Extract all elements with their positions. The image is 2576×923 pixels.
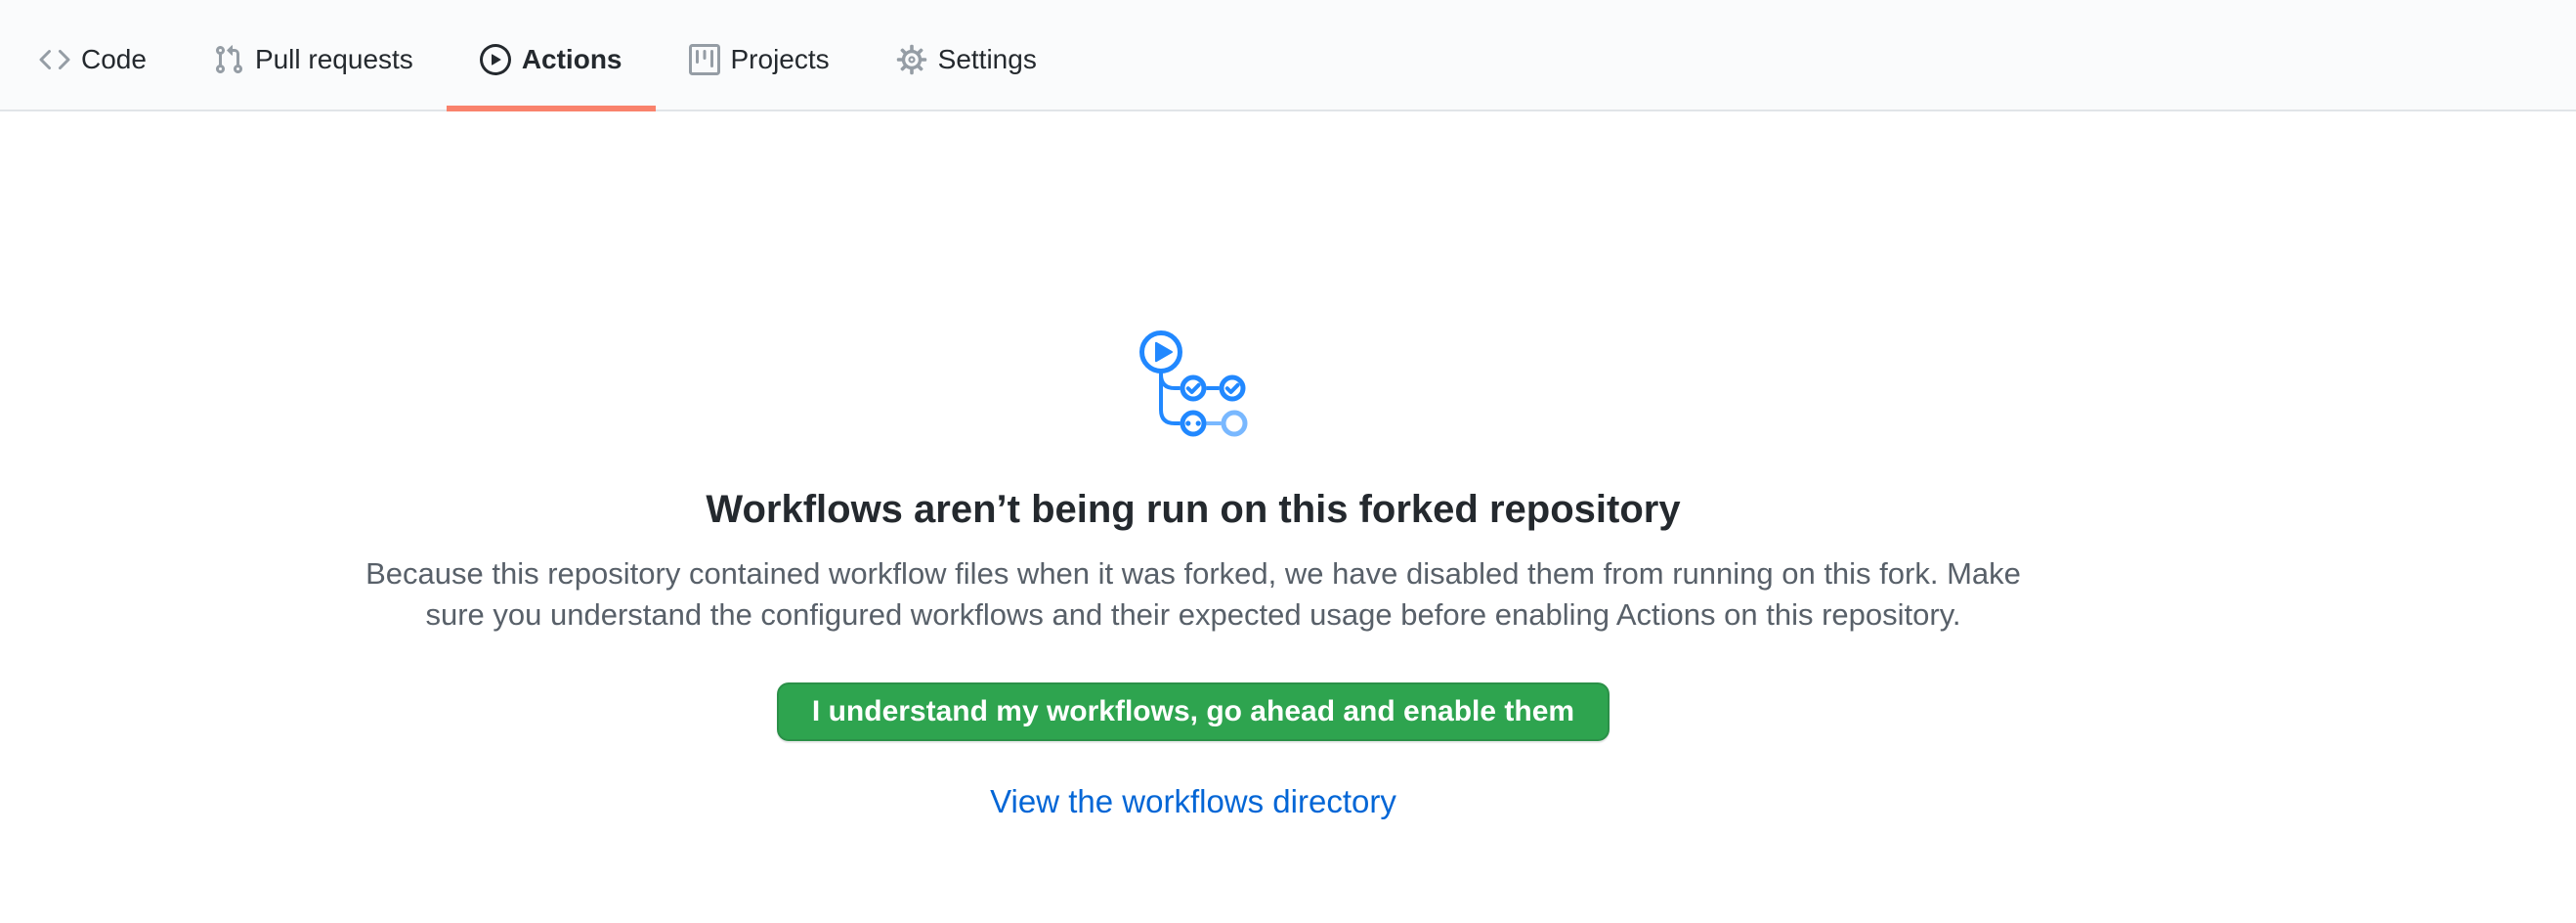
- code-icon: [39, 44, 70, 75]
- workflow-graph-icon: [1138, 330, 1249, 438]
- tab-code[interactable]: Code: [6, 0, 180, 110]
- page-description: Because this repository contained workfl…: [363, 553, 2024, 636]
- workflows-directory-link[interactable]: View the workflows directory: [990, 782, 1396, 821]
- git-pull-request-icon: [213, 44, 244, 75]
- tab-code-label: Code: [81, 44, 147, 75]
- enable-workflows-button[interactable]: I understand my workflows, go ahead and …: [777, 682, 1610, 741]
- page-title: Workflows aren’t being run on this forke…: [706, 485, 1680, 534]
- actions-blankslate: Workflows aren’t being run on this forke…: [333, 0, 2053, 821]
